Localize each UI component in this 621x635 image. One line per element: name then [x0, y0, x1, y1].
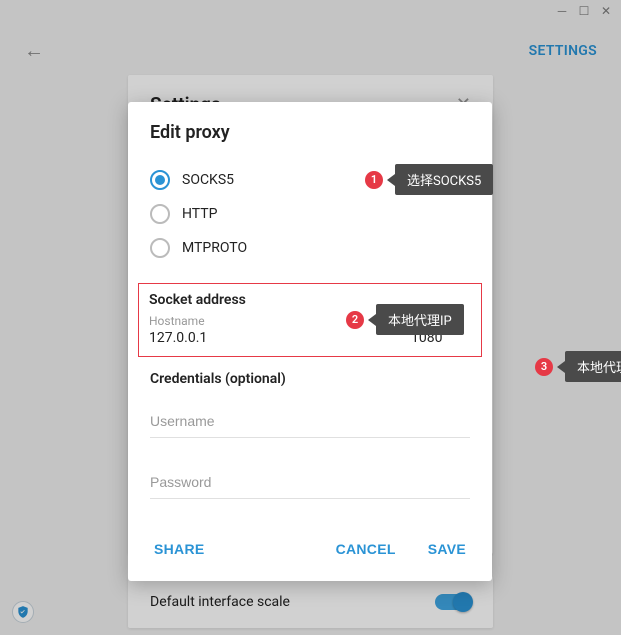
cancel-button[interactable]: CANCEL: [332, 533, 400, 565]
arrow-left-icon: [387, 174, 395, 186]
radio-http[interactable]: HTTP: [150, 197, 470, 231]
username-input[interactable]: [150, 405, 470, 438]
annotation-1: 1 选择SOCKS5: [365, 164, 493, 195]
radio-mtproto[interactable]: MTPROTO: [150, 231, 470, 265]
annotation-tip: 选择SOCKS5: [395, 164, 493, 195]
save-button[interactable]: SAVE: [424, 533, 470, 565]
minimize-icon[interactable]: ─: [555, 4, 569, 18]
annotation-badge: 1: [365, 171, 383, 189]
radio-icon: [150, 238, 170, 258]
radio-label: HTTP: [182, 206, 217, 222]
dialog-title: Edit proxy: [150, 122, 470, 143]
dialog-actions: SHARE CANCEL SAVE: [150, 533, 470, 565]
share-button[interactable]: SHARE: [150, 533, 209, 565]
radio-icon: [150, 204, 170, 224]
close-window-icon[interactable]: ✕: [599, 4, 613, 18]
radio-icon: [150, 170, 170, 190]
password-input[interactable]: [150, 466, 470, 499]
credentials-section-title: Credentials (optional): [150, 371, 470, 387]
annotation-3: 3 本地代理默认端口: [535, 351, 621, 382]
radio-label: MTPROTO: [182, 240, 247, 256]
arrow-left-icon: [368, 314, 376, 326]
maximize-icon[interactable]: ☐: [577, 4, 591, 18]
arrow-left-icon: [557, 361, 565, 373]
annotation-2: 2 本地代理IP: [346, 304, 464, 335]
annotation-tip: 本地代理默认端口: [565, 351, 621, 382]
window-controls: ─ ☐ ✕: [547, 0, 621, 22]
radio-label: SOCKS5: [182, 172, 234, 188]
annotation-badge: 3: [535, 358, 553, 376]
annotation-tip: 本地代理IP: [376, 304, 464, 335]
annotation-badge: 2: [346, 311, 364, 329]
